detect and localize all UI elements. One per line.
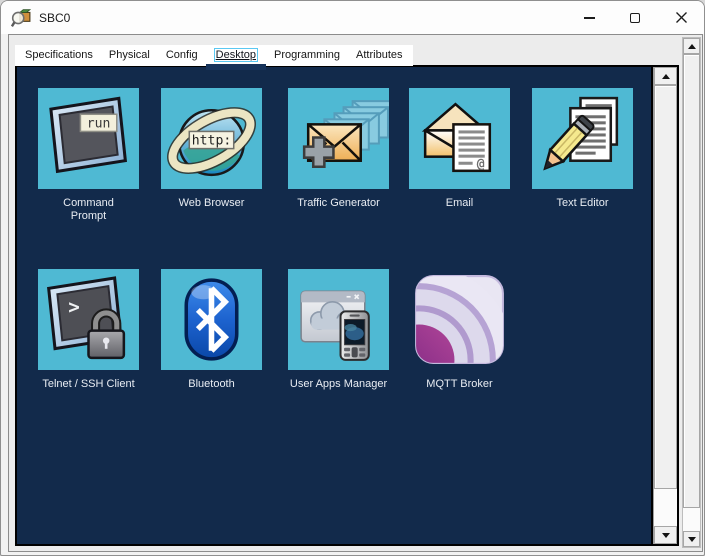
tab-physical[interactable]: Physical xyxy=(101,45,158,66)
app-label: Traffic Generator xyxy=(297,197,380,209)
desktop-panel: run Command Prompt http: Web Browser Tra… xyxy=(15,65,679,546)
app-text-editor[interactable]: Text Editor xyxy=(532,88,633,210)
app-label: Command Prompt xyxy=(63,197,114,222)
telnet-ssh-icon: > xyxy=(47,276,126,360)
svg-text:>: > xyxy=(68,295,80,318)
scroll-down-button[interactable] xyxy=(683,531,700,547)
arrow-down-icon xyxy=(687,536,696,542)
maximize-button[interactable] xyxy=(612,1,658,34)
scrollbar-track[interactable] xyxy=(683,54,700,531)
app-traffic-generator[interactable]: Traffic Generator xyxy=(288,88,389,210)
tab-desktop[interactable]: Desktop xyxy=(205,45,267,70)
app-label: Bluetooth xyxy=(188,378,235,390)
app-tile: http: xyxy=(161,88,262,189)
app-tile xyxy=(409,269,510,370)
app-email[interactable]: @ Email xyxy=(409,88,510,210)
minimize-icon xyxy=(583,16,595,19)
arrow-down-icon xyxy=(661,532,670,538)
desktop-scrollbar[interactable] xyxy=(653,67,677,544)
app-label: Web Browser xyxy=(178,197,245,209)
text-editor-icon xyxy=(543,96,619,171)
packet-tracer-device-icon xyxy=(11,8,31,28)
web-browser-icon: http: xyxy=(167,107,256,177)
app-label: Email xyxy=(445,197,474,209)
close-button[interactable] xyxy=(658,1,704,34)
email-icon: @ xyxy=(421,102,492,173)
window-titlebar[interactable]: SBC0 xyxy=(1,1,704,34)
maximize-icon xyxy=(630,12,640,23)
tab-attributes[interactable]: Attributes xyxy=(348,45,410,66)
command-prompt-icon: run xyxy=(49,96,128,174)
device-window: SBC0 Specifications Physical Config Desk… xyxy=(0,0,705,556)
app-bluetooth[interactable]: Bluetooth xyxy=(161,269,262,391)
app-mqtt-broker[interactable]: MQTT Broker xyxy=(409,269,510,391)
app-tile xyxy=(288,269,389,370)
close-icon xyxy=(675,12,687,23)
user-apps-manager-icon xyxy=(300,290,370,361)
scrollbar-track[interactable] xyxy=(654,85,677,526)
minimize-button[interactable] xyxy=(566,1,612,34)
app-label: Text Editor xyxy=(556,197,609,209)
window-controls xyxy=(566,1,704,34)
mqtt-broker-icon xyxy=(415,275,504,364)
window-title: SBC0 xyxy=(39,10,71,25)
bluetooth-icon xyxy=(184,278,239,361)
app-tile: @ xyxy=(409,88,510,189)
app-label: MQTT Broker xyxy=(426,378,493,390)
tab-programming[interactable]: Programming xyxy=(266,45,348,66)
app-tile: > xyxy=(38,269,139,370)
device-tab-content: Specifications Physical Config Desktop P… xyxy=(8,34,703,552)
app-label: User Apps Manager xyxy=(289,378,388,390)
arrow-up-icon xyxy=(687,43,696,49)
app-command-prompt[interactable]: run Command Prompt xyxy=(38,88,139,223)
traffic-generator-icon xyxy=(302,100,389,169)
scrollbar-thumb[interactable] xyxy=(654,85,677,489)
app-tile xyxy=(161,269,262,370)
tab-config[interactable]: Config xyxy=(158,45,206,66)
app-label: Telnet / SSH Client xyxy=(42,378,135,390)
tab-specifications[interactable]: Specifications xyxy=(17,45,101,66)
arrow-up-icon xyxy=(661,73,670,79)
tab-bar: Specifications Physical Config Desktop P… xyxy=(15,45,413,70)
app-tile xyxy=(288,88,389,189)
svg-text:http:: http: xyxy=(192,134,232,149)
scroll-down-button[interactable] xyxy=(654,526,677,544)
scrollbar-thumb[interactable] xyxy=(683,54,700,508)
scroll-up-button[interactable] xyxy=(654,67,677,85)
desktop-canvas: run Command Prompt http: Web Browser Tra… xyxy=(17,67,653,544)
scroll-up-button[interactable] xyxy=(683,38,700,54)
app-tile: run xyxy=(38,88,139,189)
app-tile xyxy=(532,88,633,189)
app-user-apps-manager[interactable]: User Apps Manager xyxy=(288,269,389,391)
svg-text:run: run xyxy=(87,116,111,131)
svg-text:@: @ xyxy=(477,157,485,172)
app-telnet-ssh-client[interactable]: > Telnet / SSH Client xyxy=(38,269,139,391)
content-scrollbar[interactable] xyxy=(682,37,701,548)
app-web-browser[interactable]: http: Web Browser xyxy=(161,88,262,210)
